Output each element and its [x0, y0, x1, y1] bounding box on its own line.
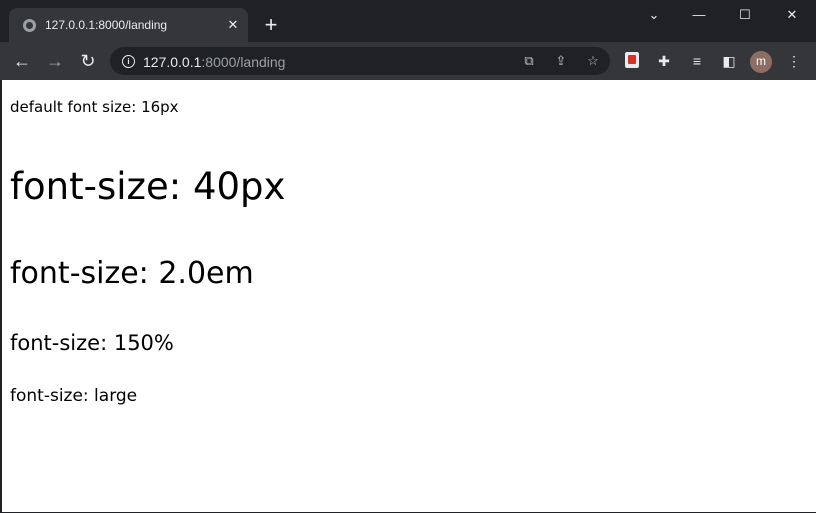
- title-bar: 127.0.0.1:8000/landing ✕ + ⌄ — ☐ ✕: [0, 0, 816, 42]
- more-vert-icon[interactable]: ⋮: [784, 51, 804, 71]
- font-size-150pct-text: font-size: 150%: [10, 331, 174, 355]
- default-font-size-text: default font size: 16px: [10, 98, 179, 116]
- extension-icon[interactable]: [625, 52, 639, 68]
- globe-icon: [23, 19, 36, 32]
- font-size-2em-text: font-size: 2.0em: [10, 256, 254, 291]
- maximize-icon[interactable]: ☐: [723, 4, 767, 26]
- share-icon[interactable]: ⇪: [552, 52, 570, 70]
- url-host: 127.0.0.1: [143, 54, 202, 70]
- address-bar[interactable]: i 127.0.0.1:8000/landing ⧉ ⇪ ☆: [110, 47, 610, 75]
- font-size-large-text: font-size: large: [10, 386, 138, 406]
- url-path: :8000/landing: [201, 54, 286, 70]
- info-icon[interactable]: i: [122, 55, 135, 68]
- chevron-down-icon[interactable]: ⌄: [632, 4, 676, 26]
- arrow-right-icon[interactable]: →: [43, 49, 67, 73]
- minimize-icon[interactable]: —: [677, 4, 721, 26]
- browser-toolbar: ← → ↻ i 127.0.0.1:8000/landing ⧉ ⇪ ☆ ✚ ≡…: [0, 42, 816, 80]
- reload-icon[interactable]: ↻: [76, 49, 100, 73]
- font-size-40px-text: font-size: 40px: [10, 165, 286, 208]
- tab-title: 127.0.0.1:8000/landing: [45, 18, 168, 32]
- puzzle-icon[interactable]: ✚: [654, 51, 674, 71]
- arrow-left-icon[interactable]: ←: [10, 49, 34, 73]
- page-content: default font size: 16px font-size: 40px …: [1, 80, 816, 512]
- translate-icon[interactable]: ⧉: [520, 52, 538, 70]
- star-icon[interactable]: ☆: [584, 52, 602, 70]
- reading-list-icon[interactable]: ≡: [687, 51, 707, 71]
- close-window-icon[interactable]: ✕: [770, 4, 814, 26]
- url-text[interactable]: 127.0.0.1:8000/landing: [143, 54, 285, 70]
- new-tab-button[interactable]: +: [259, 13, 283, 37]
- side-panel-icon[interactable]: ◧: [719, 51, 739, 71]
- browser-tab[interactable]: 127.0.0.1:8000/landing ✕: [9, 8, 248, 42]
- close-icon[interactable]: ✕: [223, 15, 243, 35]
- avatar[interactable]: m: [750, 51, 772, 73]
